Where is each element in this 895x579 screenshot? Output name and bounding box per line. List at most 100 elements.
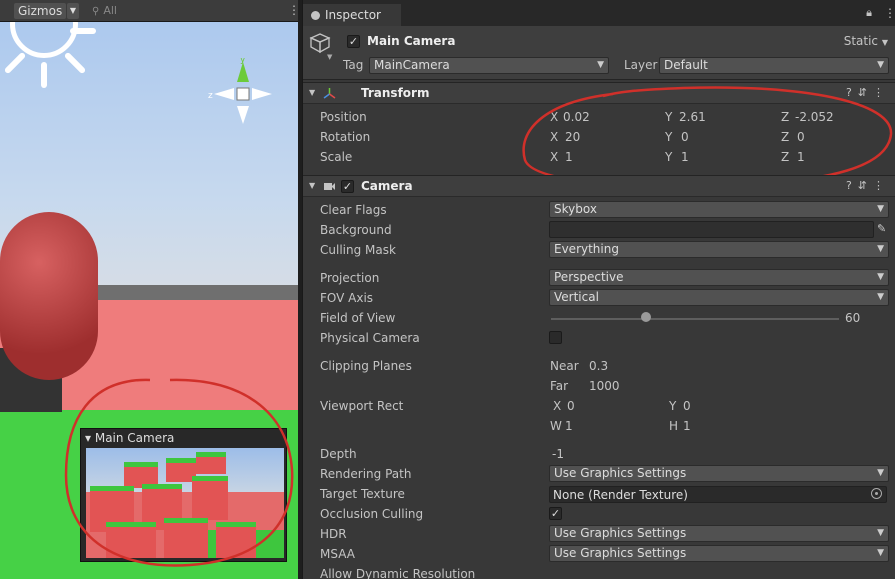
rendering-path-dropdown[interactable]: Use Graphics Settings ▼ xyxy=(549,465,889,482)
scene-menu-icon[interactable]: ⋮ xyxy=(288,4,298,16)
viewport-y-label: Y xyxy=(669,399,677,413)
info-icon xyxy=(311,11,320,20)
msaa-dropdown[interactable]: Use Graphics Settings ▼ xyxy=(549,545,889,562)
background-color-field[interactable] xyxy=(549,221,874,238)
capsule-object[interactable] xyxy=(0,212,98,380)
foldout-arrow-icon[interactable]: ▼ xyxy=(309,88,315,97)
depth-label: Depth xyxy=(320,447,357,461)
viewport-w-label: W xyxy=(550,419,562,433)
inspector-menu-icon[interactable]: ⋮ xyxy=(884,7,895,19)
fov-axis-value: Vertical xyxy=(554,290,599,304)
object-picker-icon[interactable] xyxy=(871,488,882,499)
physical-camera-label: Physical Camera xyxy=(320,331,420,345)
eyedropper-icon[interactable]: ✎ xyxy=(877,222,886,235)
culling-mask-value: Everything xyxy=(554,242,619,256)
viewport-h-label: H xyxy=(669,419,679,433)
target-texture-field[interactable]: None (Render Texture) xyxy=(549,486,887,503)
axis-neg-y-cone[interactable] xyxy=(237,106,249,124)
search-placeholder: All xyxy=(103,4,117,17)
culling-mask-dropdown[interactable]: Everything ▼ xyxy=(549,241,889,258)
fov-value-field[interactable]: 60 xyxy=(845,309,860,327)
gizmos-button[interactable]: Gizmos xyxy=(14,3,67,19)
rotation-z-label: Z xyxy=(781,130,790,144)
transform-header[interactable]: ▼ Transform ?⇵⋮ xyxy=(303,82,895,104)
far-field[interactable]: 1000 xyxy=(589,377,620,395)
orientation-gizmo[interactable]: y z xyxy=(208,58,278,128)
scale-z-field[interactable]: 1 xyxy=(797,148,805,166)
position-x-field[interactable]: 0.02 xyxy=(563,108,590,126)
axis-z-label: z xyxy=(208,91,213,101)
allow-dynamic-resolution-label: Allow Dynamic Resolution xyxy=(320,567,476,579)
position-x-label: X xyxy=(550,110,559,124)
scene-view[interactable]: Gizmos ▼ ⚲ All ⋮ y z ▾ Main Camera xyxy=(0,0,298,579)
scale-x-field[interactable]: 1 xyxy=(565,148,573,166)
depth-field[interactable]: -1 xyxy=(552,445,564,463)
fov-slider-thumb[interactable] xyxy=(641,312,652,322)
clear-flags-dropdown[interactable]: Skybox ▼ xyxy=(549,201,889,218)
axis-neg-z-cone[interactable] xyxy=(252,88,272,100)
near-label: Near xyxy=(550,359,579,373)
scale-y-field[interactable]: 1 xyxy=(681,148,689,166)
scene-search[interactable]: ⚲ All xyxy=(92,4,117,17)
camera-preview: ▾ Main Camera xyxy=(80,428,287,562)
viewport-w-field[interactable]: 1 xyxy=(565,417,573,435)
axis-z-cone[interactable] xyxy=(214,88,234,100)
msaa-value: Use Graphics Settings xyxy=(554,546,687,560)
viewport-x-field[interactable]: 0 xyxy=(567,397,575,415)
hdr-value: Use Graphics Settings xyxy=(554,526,687,540)
projection-label: Projection xyxy=(320,271,380,285)
position-label: Position xyxy=(320,110,367,124)
layer-dropdown[interactable]: Default ▼ xyxy=(659,57,889,74)
target-texture-value: None (Render Texture) xyxy=(553,488,688,502)
inspector-panel: Inspector 🔒︎ ⋮ ▼ ✓ Main Camera Static ▼ … xyxy=(302,0,895,579)
tag-dropdown[interactable]: MainCamera ▼ xyxy=(369,57,609,74)
rotation-y-label: Y xyxy=(665,130,673,144)
position-z-field[interactable]: -2.052 xyxy=(795,108,834,126)
occlusion-culling-checkbox[interactable]: ✓ xyxy=(549,507,562,520)
icon-dropdown-arrow[interactable]: ▼ xyxy=(327,53,332,61)
rotation-x-field[interactable]: 20 xyxy=(565,128,580,146)
sun-ray xyxy=(3,51,27,75)
static-toggle[interactable]: Static ▼ xyxy=(844,34,888,48)
foldout-arrow-icon[interactable]: ▼ xyxy=(309,181,315,190)
camera-header[interactable]: ▼ ✓ Camera ?⇵⋮ xyxy=(303,175,895,197)
position-y-field[interactable]: 2.61 xyxy=(679,108,706,126)
camera-enabled-checkbox[interactable]: ✓ xyxy=(341,180,354,193)
tab-inspector[interactable]: Inspector xyxy=(303,4,401,26)
viewport-h-field[interactable]: 1 xyxy=(683,417,691,435)
camera-icon xyxy=(324,183,335,190)
near-field[interactable]: 0.3 xyxy=(589,357,608,375)
physical-camera-checkbox[interactable] xyxy=(549,331,562,344)
lock-icon[interactable]: 🔒︎ xyxy=(866,6,872,20)
component-header-icons[interactable]: ?⇵⋮ xyxy=(846,86,890,99)
rotation-z-field[interactable]: 0 xyxy=(797,128,805,146)
rendering-path-label: Rendering Path xyxy=(320,467,412,481)
viewport-y-field[interactable]: 0 xyxy=(683,397,691,415)
chevron-down-icon: ▼ xyxy=(877,468,884,478)
preview-cube xyxy=(216,522,256,558)
object-name-field[interactable]: Main Camera xyxy=(367,33,827,50)
projection-dropdown[interactable]: Perspective ▼ xyxy=(549,269,889,286)
scale-y-label: Y xyxy=(665,150,673,164)
camera-preview-title-text: Main Camera xyxy=(94,431,175,445)
rendering-path-value: Use Graphics Settings xyxy=(554,466,687,480)
fov-label: Field of View xyxy=(320,311,396,325)
hdr-dropdown[interactable]: Use Graphics Settings ▼ xyxy=(549,525,889,542)
axis-y-cone[interactable] xyxy=(237,62,249,82)
sun-ray xyxy=(70,28,96,34)
gizmos-dropdown-arrow[interactable]: ▼ xyxy=(67,3,79,19)
projection-value: Perspective xyxy=(554,270,624,284)
clear-flags-label: Clear Flags xyxy=(320,203,387,217)
viewport-x-label: X xyxy=(553,399,562,413)
tag-label: Tag xyxy=(343,58,364,72)
tag-value: MainCamera xyxy=(374,58,450,72)
component-header-icons[interactable]: ?⇵⋮ xyxy=(846,179,890,192)
gizmo-center-cube[interactable] xyxy=(236,87,250,101)
active-checkbox[interactable]: ✓ xyxy=(347,35,360,48)
camera-preview-image xyxy=(86,448,284,558)
far-label: Far xyxy=(550,379,569,393)
rotation-y-field[interactable]: 0 xyxy=(681,128,689,146)
chevron-down-icon: ▼ xyxy=(881,38,888,47)
fov-slider-track[interactable] xyxy=(551,318,839,320)
fov-axis-dropdown[interactable]: Vertical ▼ xyxy=(549,289,889,306)
